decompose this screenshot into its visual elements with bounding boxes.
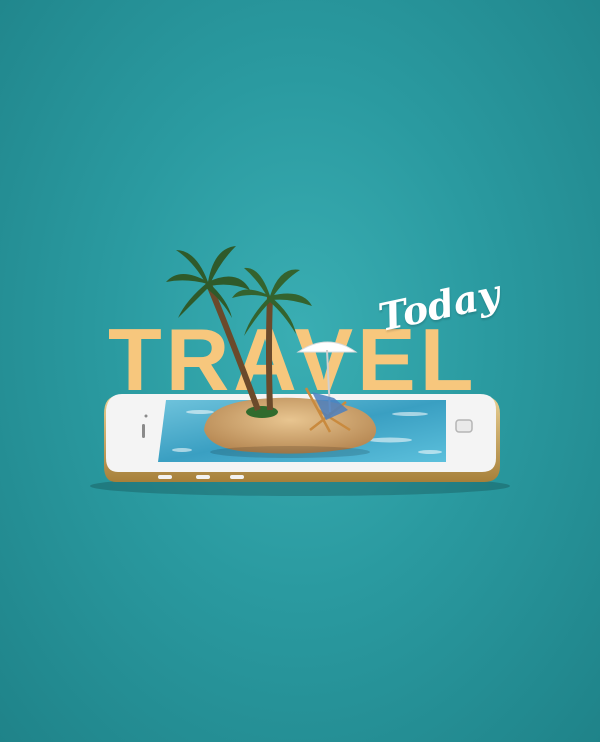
island-grass bbox=[246, 406, 278, 418]
phone-sensor bbox=[144, 414, 148, 418]
palm-tree-icon bbox=[166, 246, 250, 318]
palm-trunk-right bbox=[266, 295, 273, 411]
phone-island-scene bbox=[90, 246, 510, 496]
travel-today-poster: TRAVEL Today bbox=[0, 0, 600, 742]
phone-side-button-3 bbox=[230, 475, 244, 479]
palm-trunk-left bbox=[205, 280, 261, 412]
island-shadow bbox=[210, 446, 370, 458]
phone-side-button-1 bbox=[158, 475, 172, 479]
phone-home-button bbox=[455, 419, 473, 433]
phone-side-button-2 bbox=[196, 475, 210, 479]
phone-speaker bbox=[142, 424, 145, 438]
